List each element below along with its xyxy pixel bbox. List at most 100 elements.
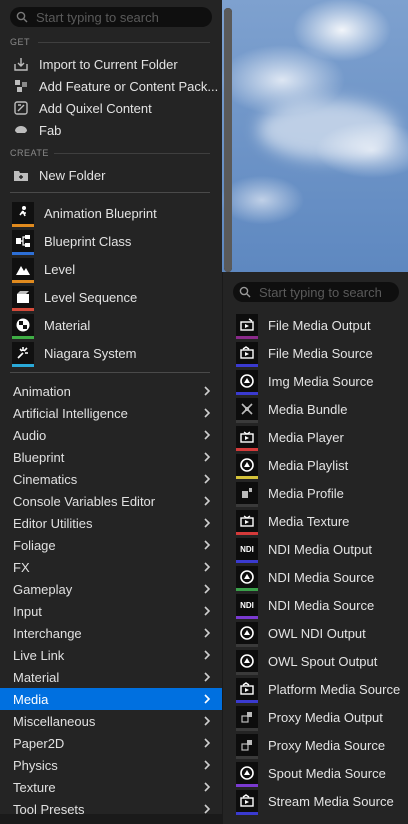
submenu-item-label: OWL NDI Output: [268, 625, 366, 641]
fab-item[interactable]: Fab: [0, 119, 222, 141]
new-folder-item[interactable]: New Folder: [0, 164, 222, 186]
chevron-right-icon: [204, 738, 211, 748]
submenu-item-label: Media Player: [268, 429, 344, 445]
chevron-right-icon: [204, 782, 211, 792]
submenu-item-label: NDI Media Source: [268, 597, 375, 613]
category-label: Material: [13, 669, 60, 685]
cloud: [258, 100, 398, 160]
menu-search-input[interactable]: Start typing to search: [10, 7, 212, 27]
category-foliage[interactable]: Foliage: [0, 534, 222, 556]
submenu-item-spout-media-source[interactable]: Spout Media Source: [223, 759, 408, 787]
category-artificial-intelligence[interactable]: Artificial Intelligence: [0, 402, 222, 424]
category-material[interactable]: Material: [0, 666, 222, 688]
search-icon: [16, 11, 28, 23]
material-item[interactable]: Material: [0, 311, 222, 339]
submenu-item-label: Media Bundle: [268, 401, 348, 417]
category-miscellaneous[interactable]: Miscellaneous: [0, 710, 222, 732]
spout-icon: [236, 762, 258, 787]
blueprint-class-item[interactable]: Blueprint Class: [0, 227, 222, 255]
submenu-item-media-texture[interactable]: Media Texture: [223, 507, 408, 535]
category-console-variables-editor[interactable]: Console Variables Editor: [0, 490, 222, 512]
submenu-item-proxy-media-output[interactable]: Proxy Media Output: [223, 703, 408, 731]
submenu-item-img-media-source[interactable]: Img Media Source: [223, 367, 408, 395]
category-cinematics[interactable]: Cinematics: [0, 468, 222, 490]
category-gameplay[interactable]: Gameplay: [0, 578, 222, 600]
category-physics[interactable]: Physics: [0, 754, 222, 776]
category-editor-utilities[interactable]: Editor Utilities: [0, 512, 222, 534]
asset-color-bar: [12, 364, 34, 367]
search-placeholder: Start typing to search: [36, 9, 159, 25]
submenu-item-proxy-media-source[interactable]: Proxy Media Source: [223, 731, 408, 759]
material-icon: [12, 314, 34, 339]
submenu-item-label: Media Playlist: [268, 457, 349, 473]
chevron-right-icon: [204, 452, 211, 462]
category-label: Paper2D: [13, 735, 65, 751]
category-texture[interactable]: Texture: [0, 776, 222, 798]
chevron-right-icon: [204, 760, 211, 770]
stream-icon: [236, 790, 258, 815]
menu-scrollbar-thumb[interactable]: [224, 8, 232, 272]
level-sequence-icon: [12, 286, 34, 311]
category-animation[interactable]: Animation: [0, 380, 222, 402]
section-create-label: CREATE: [10, 148, 49, 158]
submenu-item-platform-media-source[interactable]: Platform Media Source: [223, 675, 408, 703]
submenu-item-ndi-media-source[interactable]: NDI NDI Media Source: [223, 591, 408, 619]
submenu-item-media-profile[interactable]: Media Profile: [223, 479, 408, 507]
content-pack-icon: [13, 78, 29, 94]
divider: [10, 192, 210, 193]
asset-label: Niagara System: [44, 345, 137, 361]
submenu-item-media-playlist[interactable]: Media Playlist: [223, 451, 408, 479]
new-folder-label: New Folder: [39, 167, 106, 183]
chevron-right-icon: [204, 408, 211, 418]
category-fx[interactable]: FX: [0, 556, 222, 578]
chevron-right-icon: [204, 716, 211, 726]
category-live-link[interactable]: Live Link: [0, 644, 222, 666]
submenu-item-media-player[interactable]: Media Player: [223, 423, 408, 451]
level-item[interactable]: Level: [0, 255, 222, 283]
import-to-folder-item[interactable]: Import to Current Folder: [0, 53, 222, 75]
category-label: Animation: [13, 383, 71, 399]
chevron-right-icon: [204, 628, 211, 638]
category-blueprint[interactable]: Blueprint: [0, 446, 222, 468]
import-label: Import to Current Folder: [39, 56, 178, 72]
category-label: FX: [13, 559, 30, 575]
submenu-item-label: NDI Media Source: [268, 569, 375, 585]
submenu-item-owl-spout-output[interactable]: OWL Spout Output: [223, 647, 408, 675]
media-source-icon: [236, 342, 258, 367]
playlist-icon: [236, 454, 258, 479]
chevron-right-icon: [204, 496, 211, 506]
animation-blueprint-icon: [12, 202, 34, 227]
category-media[interactable]: Media: [0, 688, 222, 710]
chevron-right-icon: [204, 562, 211, 572]
proxy-icon: [236, 706, 258, 731]
chevron-right-icon: [204, 474, 211, 484]
chevron-right-icon: [204, 650, 211, 660]
category-audio[interactable]: Audio: [0, 424, 222, 446]
submenu-item-file-media-output[interactable]: File Media Output: [223, 311, 408, 339]
animation-blueprint-item[interactable]: Animation Blueprint: [0, 199, 222, 227]
submenu-item-stream-media-source[interactable]: Stream Media Source: [223, 787, 408, 815]
category-label: Physics: [13, 757, 58, 773]
media-submenu: Start typing to search File Media Output…: [222, 272, 408, 824]
proxy-icon: [236, 734, 258, 759]
niagara-system-item[interactable]: Niagara System: [0, 339, 222, 367]
quixel-icon: [13, 100, 29, 116]
submenu-search-input[interactable]: Start typing to search: [233, 282, 399, 302]
submenu-item-ndi-media-output[interactable]: NDI NDI Media Output: [223, 535, 408, 563]
category-label: Media: [13, 691, 49, 707]
add-quixel-item[interactable]: Add Quixel Content: [0, 97, 222, 119]
niagara-system-icon: [12, 342, 34, 367]
category-interchange[interactable]: Interchange: [0, 622, 222, 644]
add-content-pack-item[interactable]: Add Feature or Content Pack...: [0, 75, 222, 97]
category-input[interactable]: Input: [0, 600, 222, 622]
level-sequence-item[interactable]: Level Sequence: [0, 283, 222, 311]
submenu-item-owl-ndi-output[interactable]: OWL NDI Output: [223, 619, 408, 647]
submenu-item-file-media-source[interactable]: File Media Source: [223, 339, 408, 367]
submenu-item-label: File Media Output: [268, 317, 371, 333]
submenu-item-media-bundle[interactable]: Media Bundle: [223, 395, 408, 423]
category-label: Cinematics: [13, 471, 78, 487]
category-paper2d[interactable]: Paper2D: [0, 732, 222, 754]
asset-label: Level Sequence: [44, 289, 138, 305]
chevron-right-icon: [204, 672, 211, 682]
submenu-item-ndi-media-source[interactable]: NDI Media Source: [223, 563, 408, 591]
